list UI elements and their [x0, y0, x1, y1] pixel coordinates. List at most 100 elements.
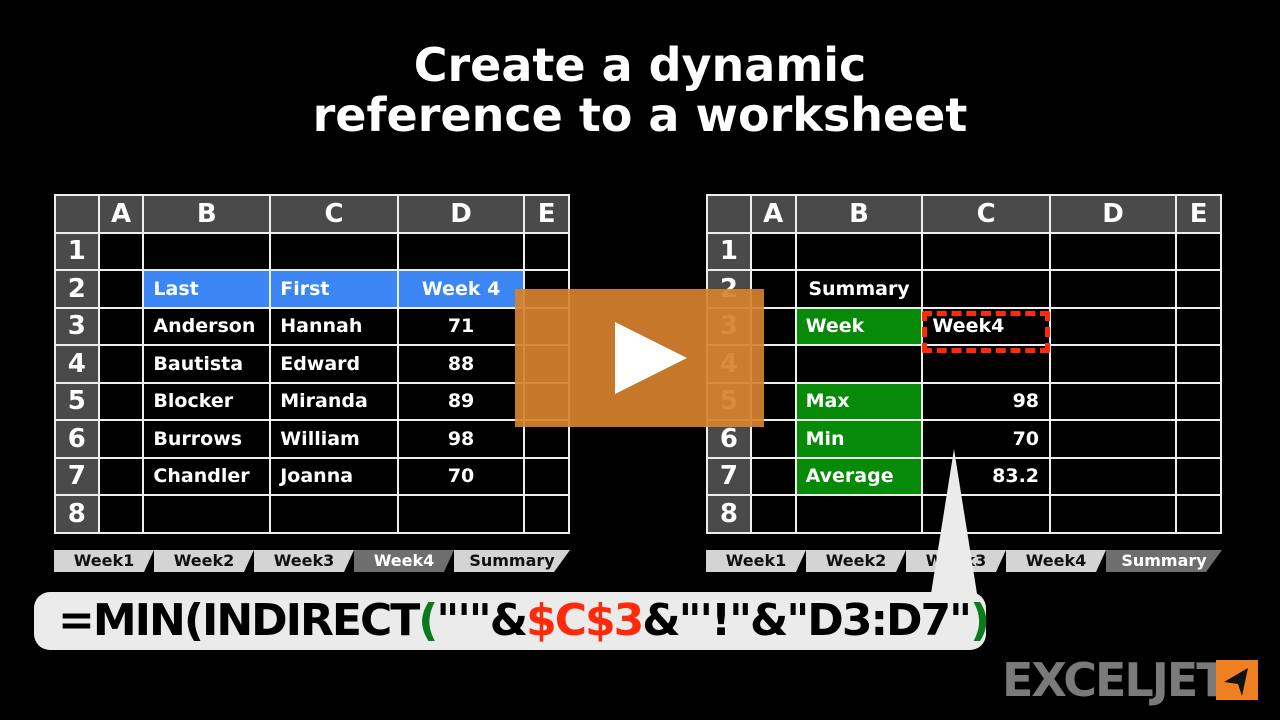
- column-header-e[interactable]: E: [1175, 194, 1222, 234]
- cell-first-name[interactable]: William: [269, 419, 399, 459]
- column-header-d[interactable]: D: [1049, 194, 1178, 234]
- row-header-6[interactable]: 6: [54, 419, 100, 459]
- corner-cell[interactable]: [54, 194, 100, 234]
- cell[interactable]: [523, 494, 570, 534]
- cell-last-name[interactable]: Chandler: [142, 456, 272, 496]
- cell[interactable]: [523, 231, 570, 271]
- cell-score[interactable]: 70: [396, 456, 526, 496]
- sheet-tab-week3[interactable]: Week3: [906, 550, 1006, 572]
- cell[interactable]: [97, 494, 145, 534]
- row-header-5[interactable]: 5: [54, 381, 100, 421]
- sheet-tab-summary[interactable]: Summary: [1106, 550, 1222, 572]
- sheet-tab-summary[interactable]: Summary: [454, 550, 570, 572]
- cell[interactable]: [794, 344, 924, 384]
- stat-value-max[interactable]: 98: [921, 381, 1052, 421]
- cell[interactable]: [97, 381, 145, 421]
- cell-score[interactable]: 98: [396, 419, 526, 459]
- cell[interactable]: [97, 306, 145, 346]
- row-header-8[interactable]: 8: [706, 494, 752, 534]
- cell[interactable]: [1049, 494, 1178, 534]
- cell[interactable]: [97, 419, 145, 459]
- column-header-c[interactable]: C: [921, 194, 1052, 234]
- cell[interactable]: [794, 494, 924, 534]
- cell[interactable]: [1175, 231, 1222, 271]
- cell-last-name[interactable]: Blocker: [142, 381, 272, 421]
- cell[interactable]: [1049, 231, 1178, 271]
- header-cell-last[interactable]: Last: [142, 269, 272, 309]
- cell[interactable]: [396, 494, 526, 534]
- cell[interactable]: [749, 456, 797, 496]
- column-header-c[interactable]: C: [269, 194, 399, 234]
- cell[interactable]: [921, 269, 1052, 309]
- cell[interactable]: [1175, 269, 1222, 309]
- column-header-e[interactable]: E: [523, 194, 570, 234]
- row-header-2[interactable]: 2: [54, 269, 100, 309]
- sheet-tab-week4[interactable]: Week4: [1006, 550, 1106, 572]
- cell-first-name[interactable]: Joanna: [269, 456, 399, 496]
- cell[interactable]: [97, 269, 145, 309]
- row-header-1[interactable]: 1: [54, 231, 100, 271]
- cell[interactable]: [1175, 419, 1222, 459]
- header-cell-week[interactable]: Week 4: [396, 269, 526, 309]
- cell[interactable]: [1049, 344, 1178, 384]
- week-label-cell[interactable]: Week: [794, 306, 924, 346]
- cell-score[interactable]: 71: [396, 306, 526, 346]
- summary-heading-cell[interactable]: Summary: [794, 269, 924, 309]
- corner-cell[interactable]: [706, 194, 752, 234]
- row-header-7[interactable]: 7: [706, 456, 752, 496]
- sheet-tab-week2[interactable]: Week2: [154, 550, 254, 572]
- cell-last-name[interactable]: Burrows: [142, 419, 272, 459]
- cell[interactable]: [1175, 344, 1222, 384]
- stat-label-min[interactable]: Min: [794, 419, 924, 459]
- cell-first-name[interactable]: Hannah: [269, 306, 399, 346]
- header-cell-first[interactable]: First: [269, 269, 399, 309]
- cell[interactable]: [1175, 381, 1222, 421]
- sheet-tab-week3[interactable]: Week3: [254, 550, 354, 572]
- row-header-1[interactable]: 1: [706, 231, 752, 271]
- stat-label-average[interactable]: Average: [794, 456, 924, 496]
- cell[interactable]: [749, 231, 797, 271]
- stat-value-average[interactable]: 83.2: [921, 456, 1052, 496]
- column-header-b[interactable]: B: [142, 194, 272, 234]
- row-header-8[interactable]: 8: [54, 494, 100, 534]
- column-header-d[interactable]: D: [396, 194, 526, 234]
- cell[interactable]: [97, 456, 145, 496]
- cell[interactable]: [142, 494, 272, 534]
- cell-score[interactable]: 89: [396, 381, 526, 421]
- cell[interactable]: [1049, 456, 1178, 496]
- stat-label-max[interactable]: Max: [794, 381, 924, 421]
- cell[interactable]: [1049, 269, 1178, 309]
- cell[interactable]: [794, 231, 924, 271]
- cell[interactable]: [396, 231, 526, 271]
- play-button[interactable]: [515, 289, 764, 427]
- cell[interactable]: [1049, 419, 1178, 459]
- column-header-a[interactable]: A: [97, 194, 145, 234]
- cell-last-name[interactable]: Bautista: [142, 344, 272, 384]
- cell[interactable]: [1049, 306, 1178, 346]
- cell[interactable]: [269, 231, 399, 271]
- sheet-tab-week1[interactable]: Week1: [706, 550, 806, 572]
- cell[interactable]: [269, 494, 399, 534]
- cell[interactable]: [1049, 381, 1178, 421]
- cell[interactable]: [1175, 494, 1222, 534]
- cell[interactable]: [1175, 306, 1222, 346]
- column-header-b[interactable]: B: [794, 194, 924, 234]
- row-header-4[interactable]: 4: [54, 344, 100, 384]
- cell-first-name[interactable]: Miranda: [269, 381, 399, 421]
- sheet-tab-week4[interactable]: Week4: [354, 550, 454, 572]
- cell-score[interactable]: 88: [396, 344, 526, 384]
- cell[interactable]: [1175, 456, 1222, 496]
- cell[interactable]: [921, 494, 1052, 534]
- cell[interactable]: [97, 344, 145, 384]
- cell[interactable]: [523, 456, 570, 496]
- cell[interactable]: [749, 494, 797, 534]
- row-header-7[interactable]: 7: [54, 456, 100, 496]
- cell-first-name[interactable]: Edward: [269, 344, 399, 384]
- row-header-3[interactable]: 3: [54, 306, 100, 346]
- column-header-a[interactable]: A: [749, 194, 797, 234]
- sheet-tab-week1[interactable]: Week1: [54, 550, 154, 572]
- cell-last-name[interactable]: Anderson: [142, 306, 272, 346]
- cell[interactable]: [142, 231, 272, 271]
- sheet-tab-week2[interactable]: Week2: [806, 550, 906, 572]
- stat-value-min[interactable]: 70: [921, 419, 1052, 459]
